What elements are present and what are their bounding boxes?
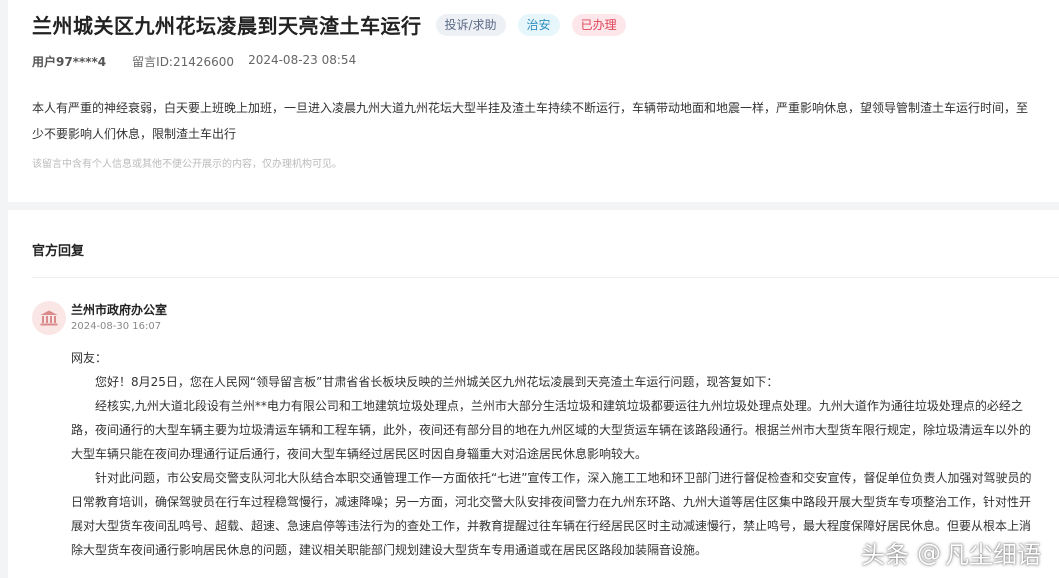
reply-paragraph: 经核实,九州大道北段设有兰州**电力有限公司和工地建筑垃圾处理点，兰州市大部分生… — [71, 399, 1032, 461]
message-meta: 用户97****4 留言ID:21426600 2024-08-23 08:54 — [32, 53, 356, 70]
status-badge: 已办理 — [571, 13, 626, 36]
message-content: 本人有严重的神经衰弱，白天要上班晚上加班，一旦进入凌晨九州大道九州花坛大型半挂及… — [32, 101, 1029, 141]
watermark-brand: 头条 — [861, 541, 909, 569]
title-row: 兰州城关区九州花坛凌晨到天亮渣土车运行 投诉/求助 治安 已办理 — [32, 10, 626, 39]
category-tag[interactable]: 治安 — [517, 13, 560, 36]
reply-paragraph: 您好！8月25日，您在人民网“领导留言板”甘肃省省长板块反映的兰州城关区九州花坛… — [95, 375, 779, 389]
message-title: 兰州城关区九州花坛凌晨到天亮渣土车运行 — [32, 14, 422, 38]
reply-greeting: 网友： — [71, 351, 108, 365]
message-id: 留言ID:21426600 — [132, 55, 235, 69]
divider — [32, 277, 1059, 278]
message-user: 用户97****4 — [32, 55, 107, 69]
reply-datetime: 2024-08-30 16:07 — [71, 321, 162, 332]
watermark-author: 凡尘细语 — [945, 541, 1041, 569]
type-tag[interactable]: 投诉/求助 — [435, 13, 506, 36]
message-datetime: 2024-08-23 08:54 — [248, 53, 357, 67]
watermark-at: @ — [917, 538, 941, 567]
reply-heading: 官方回复 — [32, 244, 85, 259]
privacy-note: 该留言中含有个人信息或其他不便公开展示的内容，仅办理机构可见。 — [32, 159, 342, 170]
government-building-icon — [32, 301, 66, 335]
reply-card: 官方回复 兰州市政府办公室 2024-08-30 16:07 网友： 您好！8月… — [8, 210, 1059, 578]
org-name: 兰州市政府办公室 — [71, 303, 168, 317]
message-card: 兰州城关区九州花坛凌晨到天亮渣土车运行 投诉/求助 治安 已办理 用户97***… — [8, 0, 1059, 202]
reply-body: 网友： 您好！8月25日，您在人民网“领导留言板”甘肃省省长板块反映的兰州城关区… — [71, 346, 1041, 562]
watermark: 头条 @ 凡尘细语 — [861, 535, 1041, 570]
